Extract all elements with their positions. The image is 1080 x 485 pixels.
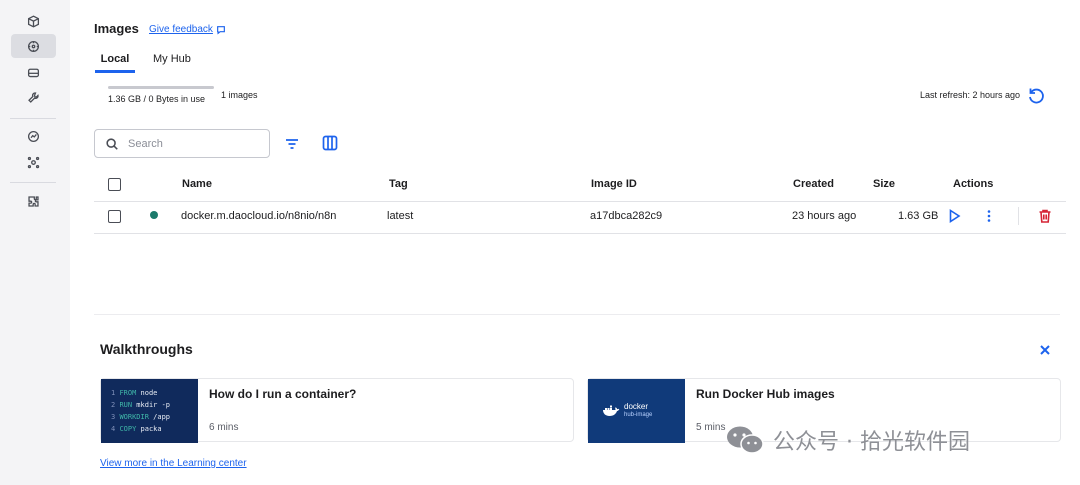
sidebar-item-scout[interactable]	[11, 124, 56, 148]
walkthrough-card-title: Run Docker Hub images	[696, 387, 835, 401]
sidebar-item-extensions-hub[interactable]	[11, 150, 56, 174]
extensions-icon	[28, 195, 39, 207]
walkthroughs-divider	[94, 314, 1060, 315]
watermark-text: 公众号 · 拾光软件园	[773, 430, 970, 455]
disk-usage-text: 1.36 GB / 0 Bytes in use	[108, 94, 206, 104]
watermark: 公众号 · 拾光软件园	[725, 424, 970, 456]
image-count: 1 images	[221, 90, 258, 100]
run-button[interactable]	[946, 208, 962, 224]
code-text: /app	[148, 413, 171, 421]
search-input[interactable]	[128, 137, 248, 150]
close-walkthroughs-button[interactable]	[1037, 342, 1053, 358]
column-header-image-id[interactable]: Image ID	[591, 178, 637, 190]
more-vert-icon	[987, 210, 991, 222]
run-icon	[949, 209, 961, 223]
column-header-size[interactable]: Size	[873, 178, 895, 190]
search-icon	[106, 137, 118, 150]
disk-usage-bar	[108, 86, 214, 89]
builds-icon	[28, 91, 39, 103]
docker-hub-thumbnail: docker hub-image	[588, 379, 685, 443]
containers-icon	[27, 14, 40, 28]
code-line-number: 2	[111, 401, 116, 409]
code-keyword: RUN	[119, 401, 133, 409]
sidebar	[0, 0, 70, 485]
walkthrough-card-duration: 6 mins	[209, 422, 239, 433]
learning-center-link[interactable]: View more in the Learning center	[100, 458, 247, 469]
docker-logo-word: docker	[624, 402, 649, 411]
code-line-number: 1	[111, 389, 116, 397]
code-keyword: WORKDIR	[119, 413, 149, 421]
docker-logo-text: docker hub-image	[624, 403, 652, 419]
code-snippet: 1 FROM node 2 RUN mkdir -p 3 WORKDIR /app 4…	[111, 387, 170, 435]
walkthrough-card-title: How do I run a container?	[209, 387, 357, 401]
code-text: mkdir -p	[132, 401, 171, 409]
columns-button[interactable]	[321, 134, 339, 152]
status-dot	[150, 211, 158, 219]
code-line: 2 RUN mkdir -p	[111, 399, 170, 411]
image-tag: latest	[387, 210, 414, 222]
delete-button[interactable]	[1037, 208, 1053, 224]
docker-logo: docker hub-image	[602, 403, 652, 419]
extensions-hub-icon	[27, 156, 40, 168]
give-feedback-label: Give feedback	[149, 24, 213, 35]
delete-icon	[1039, 209, 1051, 223]
tab-my-hub[interactable]: My Hub	[153, 53, 191, 73]
image-id: a17dbca282c9	[590, 210, 663, 222]
filter-icon	[286, 139, 298, 149]
sidebar-item-extensions[interactable]	[11, 189, 56, 213]
scout-icon	[27, 130, 40, 142]
search-box	[94, 129, 270, 158]
columns-icon	[322, 135, 338, 151]
wechat-icon	[727, 426, 764, 454]
images-icon	[27, 40, 40, 52]
code-text: node	[136, 389, 158, 397]
image-created: 23 hours ago	[792, 210, 857, 222]
code-line: 1 FROM node	[111, 387, 170, 399]
row-checkbox[interactable]	[108, 210, 121, 223]
walkthrough-card-run-container[interactable]: 1 FROM node 2 RUN mkdir -p 3 WORKDIR /app 4…	[100, 378, 574, 443]
last-refresh-label: Last refresh: 2 hours ago	[919, 90, 1020, 100]
column-header-name[interactable]: Name	[182, 178, 212, 190]
code-line-number: 4	[111, 425, 116, 433]
code-thumbnail: 1 FROM node 2 RUN mkdir -p 3 WORKDIR /app 4…	[101, 379, 198, 443]
page-title: Images	[94, 21, 139, 36]
column-header-actions: Actions	[953, 178, 994, 190]
column-header-created[interactable]: Created	[793, 178, 834, 190]
feedback-icon	[217, 25, 225, 35]
filter-button[interactable]	[283, 135, 301, 153]
refresh-button[interactable]	[1026, 86, 1046, 106]
actions-divider	[1018, 207, 1019, 225]
walkthroughs-title: Walkthroughs	[100, 341, 193, 357]
code-line: 4 COPY packa	[111, 423, 170, 435]
close-icon	[1040, 345, 1050, 355]
give-feedback-link[interactable]: Give feedback	[149, 24, 226, 35]
column-header-tag[interactable]: Tag	[389, 178, 408, 190]
image-size: 1.63 GB	[898, 210, 939, 222]
code-text: packa	[136, 425, 162, 433]
code-keyword: FROM	[119, 389, 137, 397]
code-line-number: 3	[111, 413, 116, 421]
refresh-icon	[1029, 88, 1044, 104]
sidebar-item-containers[interactable]	[11, 9, 56, 33]
table-header-divider	[94, 201, 1066, 202]
sidebar-divider	[10, 182, 56, 183]
docker-logo-sub: hub-image	[624, 412, 653, 418]
sidebar-item-builds[interactable]	[11, 85, 56, 109]
table-row-divider	[94, 233, 1066, 234]
code-keyword: COPY	[119, 425, 137, 433]
more-actions-button[interactable]	[981, 208, 997, 224]
sidebar-item-images[interactable]	[11, 34, 56, 58]
sidebar-divider	[10, 118, 56, 119]
volumes-icon	[27, 68, 40, 77]
docker-whale-icon	[603, 405, 620, 416]
tab-local[interactable]: Local	[95, 53, 135, 73]
image-name[interactable]: docker.m.daocloud.io/n8nio/n8n	[181, 210, 336, 222]
code-line: 3 WORKDIR /app	[111, 411, 170, 423]
walkthrough-card-duration: 5 mins	[696, 422, 726, 433]
sidebar-item-volumes[interactable]	[11, 60, 56, 84]
select-all-checkbox[interactable]	[108, 178, 121, 191]
